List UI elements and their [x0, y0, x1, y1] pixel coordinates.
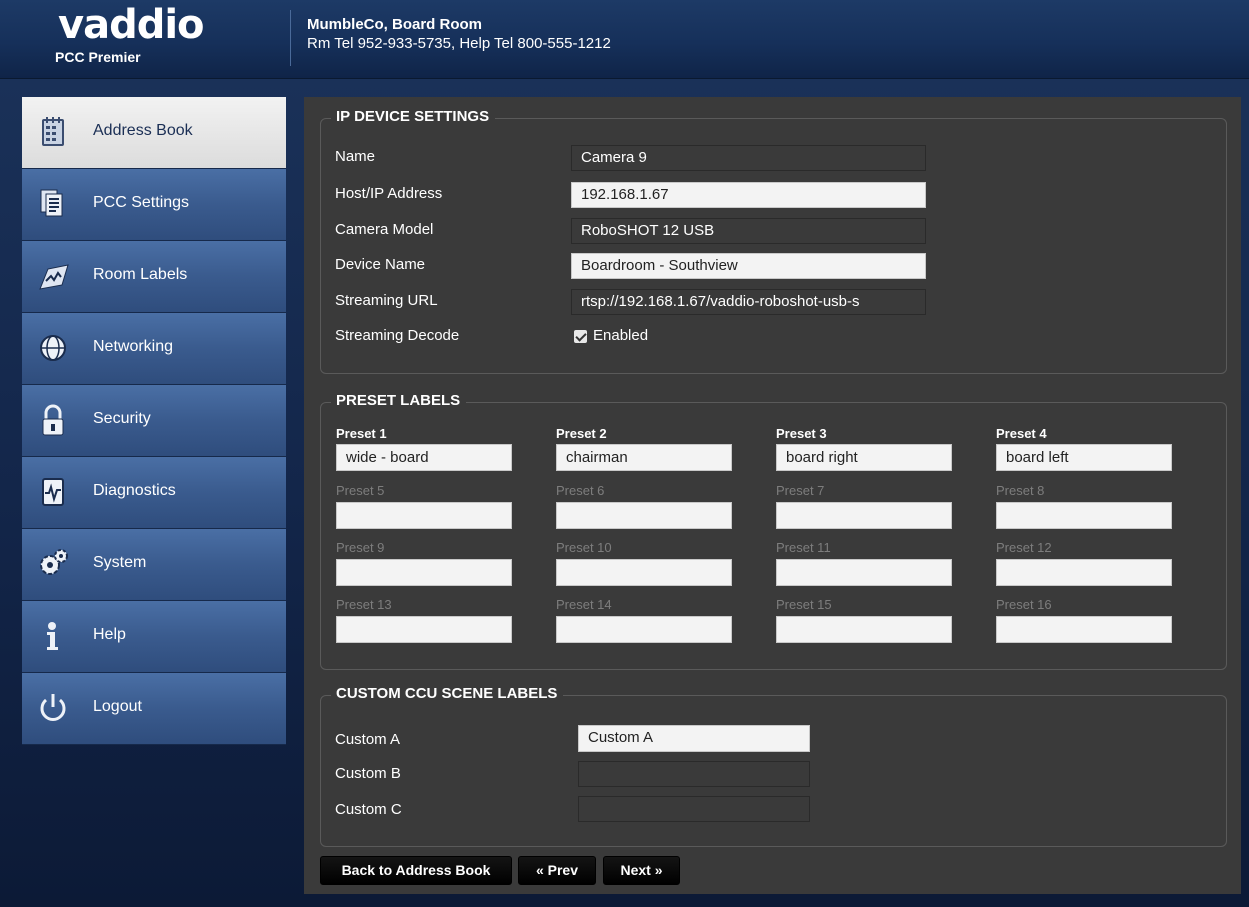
sidebar-item-label: Diagnostics [93, 482, 176, 499]
custom-b-input[interactable] [578, 761, 810, 787]
section-title: IP DEVICE SETTINGS [331, 108, 496, 125]
section-title: PRESET LABELS [331, 392, 467, 409]
pcc-settings-icon [40, 189, 63, 217]
preset-4-label: Preset 4 [996, 426, 1047, 441]
room-name: MumbleCo, Board Room [307, 16, 482, 33]
streaming-url-label: Streaming URL [335, 292, 438, 309]
streaming-url-field: rtsp://192.168.1.67/vaddio-roboshot-usb-… [571, 289, 926, 315]
sidebar-item-label: Logout [93, 698, 142, 715]
sidebar-nav: Address Book PCC Settings Room Labels Ne… [22, 97, 286, 745]
preset-7-input[interactable] [776, 502, 952, 529]
camera-model-label: Camera Model [335, 221, 434, 238]
preset-9-label: Preset 9 [336, 540, 385, 555]
preset-10-label: Preset 10 [556, 540, 612, 555]
preset-15-input[interactable] [776, 616, 952, 643]
sidebar-item-logout[interactable]: Logout [22, 673, 286, 745]
preset-11-label: Preset 11 [776, 540, 831, 555]
streaming-decode-label: Streaming Decode [335, 327, 460, 344]
host-ip-label: Host/IP Address [335, 185, 443, 202]
preset-6-label: Preset 6 [556, 483, 605, 498]
preset-2-input[interactable]: chairman [556, 444, 732, 471]
sidebar-item-help[interactable]: Help [22, 601, 286, 673]
preset-2-label: Preset 2 [556, 426, 607, 441]
preset-14-label: Preset 14 [556, 597, 612, 612]
preset-9-input[interactable] [336, 559, 512, 586]
back-to-address-book-button[interactable]: Back to Address Book [320, 856, 512, 885]
device-name-input[interactable]: Boardroom - Southview [571, 253, 926, 279]
preset-11-input[interactable] [776, 559, 952, 586]
custom-a-input[interactable]: Custom A [578, 725, 810, 752]
streaming-decode-checkbox[interactable] [574, 330, 587, 343]
custom-b-label: Custom B [335, 765, 401, 782]
prev-button[interactable]: « Prev [518, 856, 596, 885]
preset-13-label: Preset 13 [336, 597, 392, 612]
device-name-label: Device Name [335, 256, 426, 273]
custom-a-label: Custom A [335, 731, 401, 748]
networking-icon [40, 335, 66, 361]
power-icon [40, 694, 66, 721]
gear-icon [40, 549, 68, 575]
preset-16-input[interactable] [996, 616, 1172, 643]
preset-8-label: Preset 8 [996, 483, 1045, 498]
sidebar-item-label: Address Book [93, 122, 193, 139]
name-field: Camera 9 [571, 145, 926, 171]
sidebar-item-label: Security [93, 410, 151, 427]
sidebar-item-label: Room Labels [93, 266, 188, 283]
sidebar-item-room-labels[interactable]: Room Labels [22, 241, 286, 313]
vaddio-logo: vaddio PCC Premier [55, 3, 248, 69]
sidebar-item-label: Help [93, 626, 126, 643]
preset-5-label: Preset 5 [336, 483, 385, 498]
address-book-icon [42, 117, 64, 146]
sidebar-item-system[interactable]: System [22, 529, 286, 601]
streaming-decode-value: Enabled [593, 327, 649, 344]
main-panel: IP DEVICE SETTINGS Name Camera 9 Host/IP… [304, 97, 1241, 894]
host-ip-input[interactable]: 192.168.1.67 [571, 182, 926, 208]
preset-15-label: Preset 15 [776, 597, 832, 612]
custom-c-label: Custom C [335, 801, 402, 818]
sidebar-item-diagnostics[interactable]: Diagnostics [22, 457, 286, 529]
sidebar-item-security[interactable]: Security [22, 385, 286, 457]
preset-13-input[interactable] [336, 616, 512, 643]
preset-10-input[interactable] [556, 559, 732, 586]
preset-3-input[interactable]: board right [776, 444, 952, 471]
preset-8-input[interactable] [996, 502, 1172, 529]
preset-1-input[interactable]: wide - board [336, 444, 512, 471]
next-button[interactable]: Next » [603, 856, 680, 885]
sidebar-item-pcc-settings[interactable]: PCC Settings [22, 169, 286, 241]
lock-icon [42, 404, 64, 436]
name-label: Name [335, 148, 376, 165]
custom-c-input[interactable] [578, 796, 810, 822]
diagnostics-icon [42, 478, 64, 506]
product-name: PCC Premier [55, 49, 141, 65]
sidebar-item-address-book[interactable]: Address Book [22, 97, 286, 169]
preset-5-input[interactable] [336, 502, 512, 529]
info-icon [47, 622, 58, 650]
camera-model-field: RoboSHOT 12 USB [571, 218, 926, 244]
header-divider [290, 10, 291, 66]
preset-4-input[interactable]: board left [996, 444, 1172, 471]
preset-1-label: Preset 1 [336, 426, 387, 441]
sidebar-item-label: Networking [93, 338, 174, 355]
section-title: CUSTOM CCU SCENE LABELS [331, 685, 564, 702]
sidebar-item-networking[interactable]: Networking [22, 313, 286, 385]
room-phones: Rm Tel 952-933-5735, Help Tel 800-555-12… [307, 35, 611, 52]
app-header: vaddio PCC Premier MumbleCo, Board Room … [0, 0, 1249, 79]
preset-12-input[interactable] [996, 559, 1172, 586]
room-info: MumbleCo, Board Room Rm Tel 952-933-5735… [307, 15, 611, 53]
sidebar-item-label: PCC Settings [93, 194, 190, 211]
preset-3-label: Preset 3 [776, 426, 827, 441]
preset-14-input[interactable] [556, 616, 732, 643]
preset-6-input[interactable] [556, 502, 732, 529]
logo-wordmark: vaddio [58, 2, 205, 48]
sidebar-item-label: System [93, 554, 147, 571]
preset-7-label: Preset 7 [776, 483, 825, 498]
room-labels-icon [39, 264, 69, 290]
preset-16-label: Preset 16 [996, 597, 1052, 612]
preset-12-label: Preset 12 [996, 540, 1052, 555]
